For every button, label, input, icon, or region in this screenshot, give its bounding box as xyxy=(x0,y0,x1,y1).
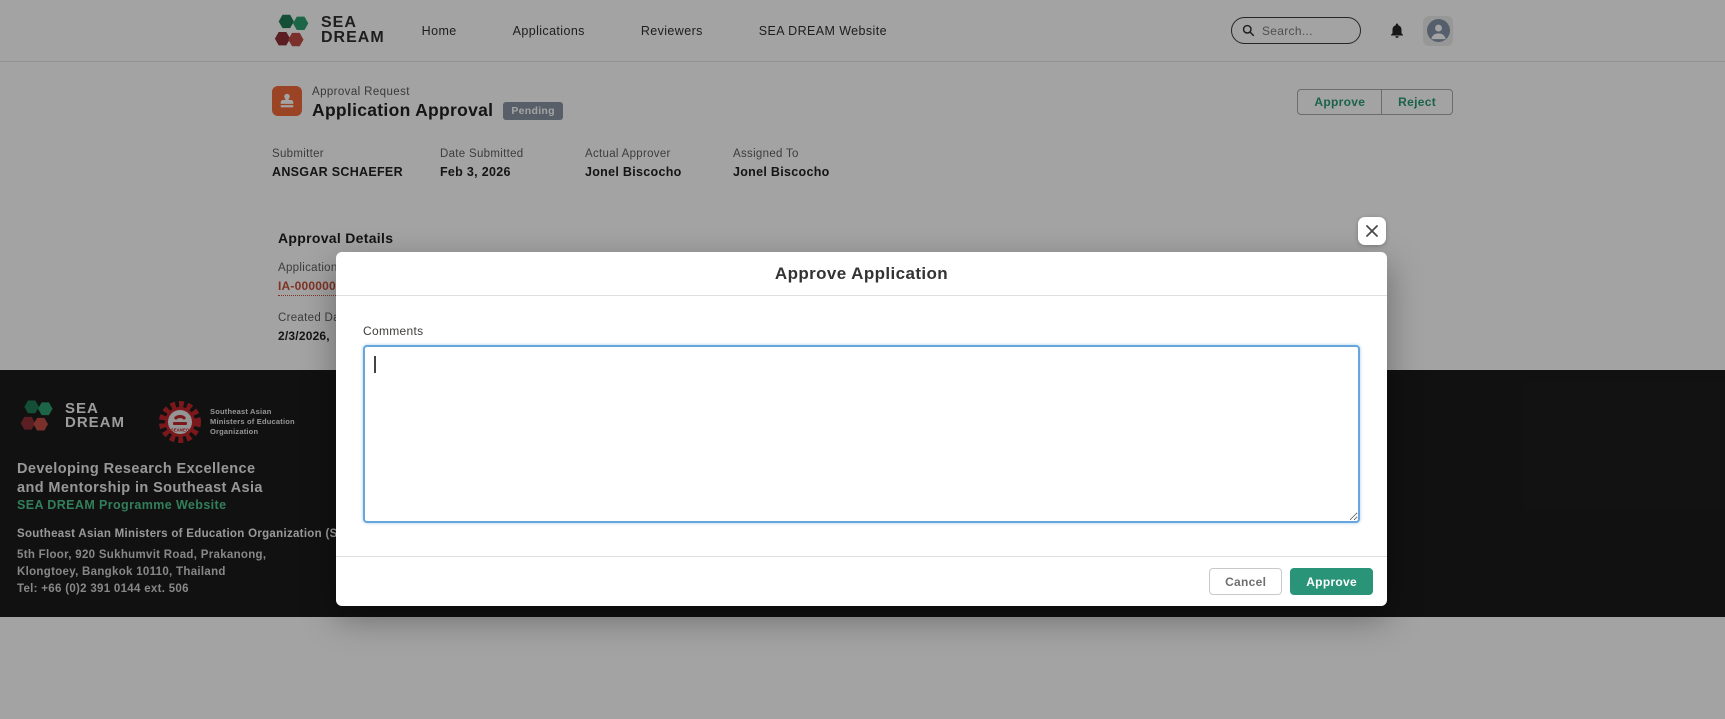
app-viewport: SEA DREAM Home Applications Reviewers SE… xyxy=(0,0,1725,719)
cancel-button[interactable]: Cancel xyxy=(1209,568,1283,595)
modal-body: Comments xyxy=(336,296,1387,528)
comments-textarea[interactable] xyxy=(363,345,1360,523)
modal-title: Approve Application xyxy=(774,263,949,283)
modal-footer: Cancel Approve xyxy=(336,556,1387,606)
modal-close-button[interactable] xyxy=(1358,217,1386,245)
close-icon xyxy=(1366,225,1378,237)
comments-label: Comments xyxy=(363,324,424,338)
modal-header: Approve Application xyxy=(336,252,1387,296)
approve-application-modal: Approve Application Comments Cancel Appr… xyxy=(336,252,1387,606)
approve-button[interactable]: Approve xyxy=(1290,568,1373,595)
